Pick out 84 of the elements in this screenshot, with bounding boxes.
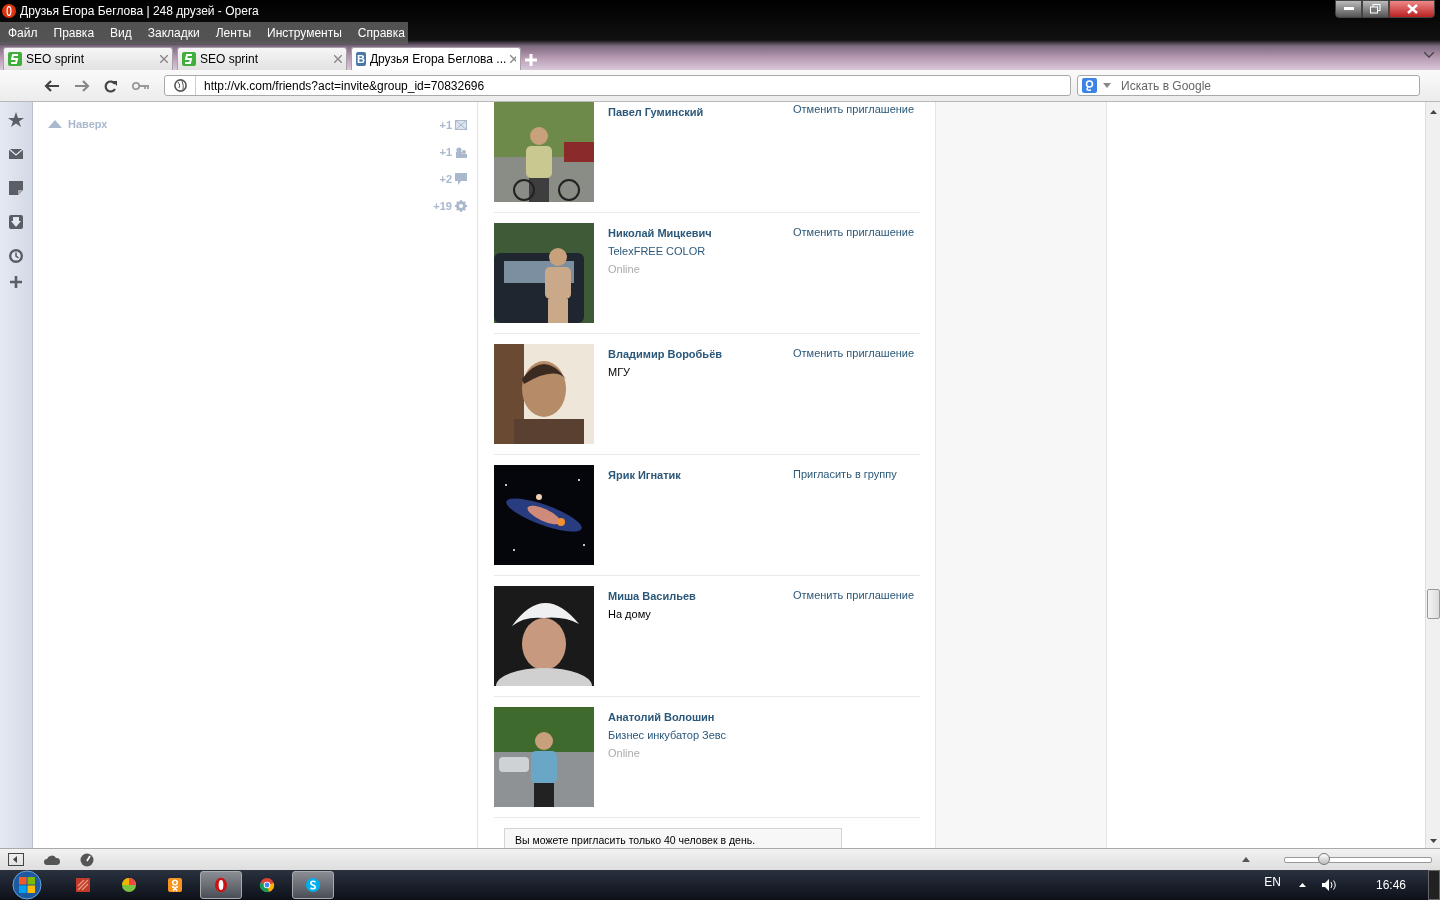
panel-toggle-icon[interactable] [8,853,24,866]
online-status: Online [608,263,641,275]
close-icon [1406,4,1418,14]
invite-limit-notice: Вы можете пригласить только 40 человек в день. [504,828,842,848]
scroll-down-icon[interactable] [1429,839,1437,843]
up-arrow-icon[interactable] [1298,883,1306,887]
invite-action-link[interactable]: Пригласить в группу [793,465,919,565]
key-icon[interactable] [132,80,150,91]
cloud-icon[interactable] [44,854,60,865]
search-placeholder: Искать в Google [1121,78,1212,93]
star-icon[interactable] [8,112,24,128]
site-icon: B [356,52,366,66]
back-icon[interactable] [44,79,60,92]
friend-name[interactable]: Николай Мицкевич [608,227,793,239]
ball-icon [121,877,137,893]
friend-name[interactable]: Павел Гуминский [608,106,793,118]
scroll-up-icon[interactable] [1429,110,1437,114]
url-text: http://vk.com/friends?act=invite&group_id=70832696 [204,78,485,93]
menu-item[interactable]: Ленты [207,26,259,40]
scrollbar-thumb[interactable] [1426,589,1440,619]
forward-icon[interactable] [74,79,90,92]
friend-group-link[interactable]: Бизнес инкубатор Зевс [608,729,793,741]
menu-item[interactable]: Правка [45,26,103,40]
note-icon[interactable] [8,180,24,196]
friend-info: МГУ [608,366,632,378]
invite-action-link[interactable]: Отменить приглашение [793,586,919,686]
people-icon [455,146,467,158]
search-field[interactable]: Искать в Google [1077,75,1420,96]
chrome-icon [259,877,275,893]
invite-action-link[interactable]: Отменить приглашение [793,223,919,323]
window-title: Друзья Егора Беглова | 248 друзей - Opera [20,4,259,18]
app-logo-icon [2,4,16,18]
restore-icon [1370,4,1381,14]
comment-icon [455,173,467,185]
restore-button[interactable] [1362,0,1389,18]
language-indicator[interactable]: EN [1264,875,1281,889]
menu-item[interactable]: Закладки [139,26,208,40]
gear-icon [455,200,467,212]
dropdown-icon[interactable] [1424,52,1434,58]
clock[interactable]: 16:46 [1375,878,1406,892]
slider-thumb[interactable] [1318,852,1331,865]
plus-icon[interactable] [8,274,24,290]
up-arrow-icon[interactable] [1242,857,1250,862]
zoom-slider[interactable] [1284,856,1432,863]
friend-info: На дому [608,608,652,620]
close-button[interactable] [1389,0,1435,18]
menu-item[interactable]: Файл [0,26,46,40]
minimize-button[interactable] [1335,0,1362,18]
close-icon[interactable] [160,55,168,63]
chat-app-icon [305,877,321,893]
reload-icon[interactable] [104,78,118,93]
menu-item[interactable]: Справка [349,26,413,40]
browser-tab[interactable]: SEO sprint [177,47,347,70]
dropdown-icon[interactable] [1103,83,1111,88]
menu-item[interactable]: Вид [102,26,140,40]
friend-group-link[interactable]: TelexFREE COLOR [608,245,793,257]
close-icon[interactable] [334,55,342,63]
download-icon[interactable] [8,214,24,230]
speedometer-icon[interactable] [80,852,94,867]
friend-name[interactable]: Владимир Воробьёв [608,348,793,360]
invite-action-link[interactable]: Отменить приглашение [793,102,919,202]
browser-tab[interactable]: SEO sprint [3,47,173,70]
browser-tab[interactable]: B Друзья Егора Беглова ... [351,47,521,70]
address-field[interactable]: http://vk.com/friends?act=invite&group_id=70832696 [164,75,1071,96]
online-status: Online [608,747,641,759]
menu-item[interactable]: Инструменты [259,26,350,40]
friend-name[interactable]: Анатолий Волошин [608,711,793,723]
taskbar-button[interactable] [200,871,242,899]
mail-icon [455,120,467,130]
opera-icon [213,877,229,893]
hatched-square-icon [75,877,91,893]
show-desktop-button[interactable] [1428,870,1440,900]
minimize-icon [1343,7,1354,11]
up-arrow-icon [48,120,62,128]
person-app-icon [167,877,183,893]
close-icon[interactable] [510,55,516,63]
friend-name[interactable]: Миша Васильев [608,590,793,602]
mail-icon[interactable] [8,146,24,162]
invite-action-link[interactable]: Отменить приглашение [793,344,919,444]
globe-icon [173,79,187,92]
search-engine-icon[interactable] [1082,78,1097,93]
friend-name[interactable]: Ярик Игнатик [608,469,793,481]
clock-icon[interactable] [8,248,24,264]
speaker-icon[interactable] [1321,879,1338,891]
